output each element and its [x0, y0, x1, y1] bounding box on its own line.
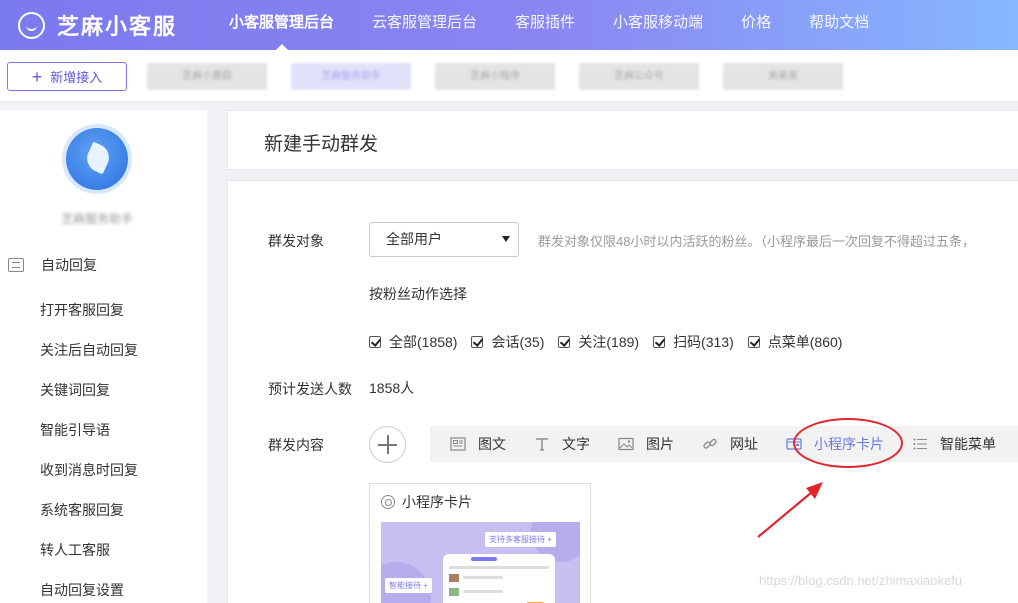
tool-url[interactable]: 网址 [682, 426, 766, 462]
sidebar-item[interactable]: 转人工客服 [40, 530, 138, 570]
add-access-label: 新增接入 [50, 70, 103, 85]
sidebar-item[interactable]: 收到消息时回复 [40, 450, 138, 490]
top-navbar: 芝麻小客服 小客服管理后台 云客服管理后台 客服插件 小客服移动端 价格 帮助文… [0, 0, 1018, 50]
avatar [66, 128, 128, 190]
checkbox-checked-icon [653, 336, 666, 348]
content-type-toolbar: 图文 文字 图片 网址 小程序卡片 智能菜单 [430, 426, 1018, 462]
sidebar-menu: 打开客服回复 关注后自动回复 关键词回复 智能引导语 收到消息时回复 系统客服回… [40, 290, 138, 603]
logo-smile-icon [18, 11, 45, 39]
link-icon [703, 438, 717, 449]
checkbox-checked-icon [471, 336, 484, 348]
tool-label: 图片 [646, 436, 674, 452]
phone-mockup [443, 554, 555, 603]
action-checkboxes: 全部(1858) 会话(35) 关注(189) 扫码(313) 点菜单(860) [369, 332, 856, 352]
account-tab-selected[interactable]: 芝麻服务助手 [291, 63, 411, 90]
phone-line [449, 566, 549, 569]
miniprogram-card-preview[interactable]: 小程序卡片 支持多客服接待 + 智能接待 + [369, 483, 591, 603]
sidebar: 芝麻服务助手 自动回复 打开客服回复 关注后自动回复 关键词回复 智能引导语 收… [0, 110, 207, 603]
nav-item-mobile[interactable]: 小客服移动端 [594, 0, 722, 50]
leaf-logo-icon [82, 141, 114, 175]
sidebar-section-auto-reply[interactable]: 自动回复 [8, 255, 97, 275]
checkbox-follow[interactable]: 关注(189) [558, 332, 639, 352]
card-header: 小程序卡片 [370, 484, 590, 520]
plus-icon: + [31, 66, 43, 87]
menu-list-icon [913, 438, 927, 450]
sidebar-item[interactable]: 关键词回复 [40, 370, 138, 410]
target-hint: 群发对象仅限48小时以内活跃的粉丝。（小程序最后一次回复不得超过五条， [538, 234, 975, 249]
target-select[interactable]: 全部用户 [369, 222, 519, 257]
logo-text: 芝麻小客服 [57, 14, 178, 39]
tool-image[interactable]: 图片 [598, 426, 682, 462]
card-cover-image: 支持多客服接待 + 智能接待 + [381, 522, 580, 603]
tool-label: 网址 [730, 436, 758, 452]
add-content-button[interactable] [369, 426, 406, 463]
watermark: https://blog.csdn.net/zhimaxiaokefu [759, 573, 963, 588]
tool-label: 智能菜单 [940, 436, 996, 452]
checkbox-label: 扫码(313) [673, 334, 734, 350]
caret-down-icon [502, 236, 510, 242]
sidebar-section-label: 自动回复 [41, 257, 97, 273]
checkbox-label: 会话(35) [491, 334, 545, 350]
account-name: 芝麻服务助手 [60, 212, 133, 226]
phone-thumb [449, 588, 459, 596]
checkbox-checked-icon [558, 336, 571, 348]
checkbox-checked-icon [369, 336, 381, 348]
checkbox-label: 关注(189) [578, 334, 640, 350]
estimate-label: 预计发送人数 [268, 381, 352, 397]
annotation-arrow-icon [757, 482, 823, 538]
tool-text[interactable]: 文字 [514, 426, 598, 462]
checkbox-all[interactable]: 全部(1858) [369, 332, 457, 352]
news-icon [450, 437, 466, 451]
account-tab[interactable]: 美美美 [723, 63, 843, 90]
phone-line [463, 576, 503, 579]
tool-label: 图文 [478, 436, 506, 452]
sidebar-item[interactable]: 自动回复设置 [40, 570, 138, 603]
message-icon [8, 258, 24, 272]
checkbox-checked-icon [747, 336, 760, 348]
target-label: 群发对象 [268, 233, 324, 249]
nav-item-admin[interactable]: 小客服管理后台 [210, 0, 353, 50]
checkbox-menu-click[interactable]: 点菜单(860) [747, 332, 843, 352]
annotation-circle [793, 418, 903, 468]
nav-item-price[interactable]: 价格 [722, 0, 790, 50]
nav-item-plugin[interactable]: 客服插件 [496, 0, 594, 50]
content-label: 群发内容 [268, 437, 324, 453]
account-tabbar: + 新增接入 芝麻小蘑菇 芝麻服务助手 芝麻小程序 芝麻公众号 美美美 [0, 50, 1018, 102]
account-tab[interactable]: 芝麻小程序 [435, 63, 555, 90]
checkbox-label: 全部(1858) [389, 334, 458, 350]
phone-bar [471, 557, 497, 561]
sidebar-item[interactable]: 智能引导语 [40, 410, 138, 450]
sidebar-item[interactable]: 系统客服回复 [40, 490, 138, 530]
checkbox-scan[interactable]: 扫码(313) [653, 332, 734, 352]
checkbox-session[interactable]: 会话(35) [471, 332, 544, 352]
add-access-button[interactable]: + 新增接入 [7, 62, 127, 91]
phone-thumb [449, 574, 459, 582]
estimate-value: 1858人 [369, 380, 415, 396]
checkbox-label: 点菜单(860) [767, 334, 843, 350]
tool-smart-menu[interactable]: 智能菜单 [892, 426, 1004, 462]
tool-label: 文字 [562, 436, 590, 452]
account-tab[interactable]: 芝麻小蘑菇 [147, 63, 267, 90]
nav-item-cloud-admin[interactable]: 云客服管理后台 [353, 0, 496, 50]
page-title: 新建手动群发 [264, 134, 379, 155]
broadcast-form: 群发对象 全部用户 群发对象仅限48小时以内活跃的粉丝。（小程序最后一次回复不得… [227, 180, 1018, 603]
title-panel: 新建手动群发 [227, 110, 1018, 170]
phone-line [463, 590, 503, 593]
main-nav: 小客服管理后台 云客服管理后台 客服插件 小客服移动端 价格 帮助文档 [210, 0, 888, 50]
account-tab[interactable]: 芝麻公众号 [579, 63, 699, 90]
target-select-value: 全部用户 [386, 231, 442, 247]
logo[interactable]: 芝麻小客服 [18, 9, 177, 41]
miniprogram-icon [381, 495, 395, 509]
card-badge: 智能接待 + [385, 578, 432, 593]
image-icon [618, 437, 634, 451]
text-icon [536, 438, 548, 451]
card-title: 小程序卡片 [402, 494, 472, 510]
action-filter-label: 按粉丝动作选择 [369, 286, 467, 302]
tool-news[interactable]: 图文 [430, 426, 514, 462]
sidebar-item[interactable]: 打开客服回复 [40, 290, 138, 330]
nav-item-help[interactable]: 帮助文档 [790, 0, 888, 50]
card-badge: 支持多客服接待 + [485, 532, 556, 547]
sidebar-item[interactable]: 关注后自动回复 [40, 330, 138, 370]
